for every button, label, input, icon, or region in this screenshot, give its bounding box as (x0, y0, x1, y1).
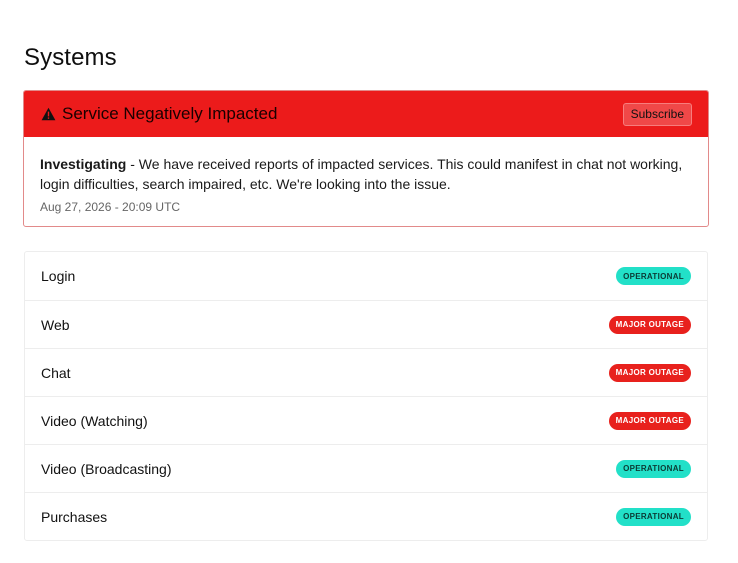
systems-list: Login OPERATIONAL Web MAJOR OUTAGE Chat … (24, 251, 708, 541)
status-badge: MAJOR OUTAGE (608, 315, 691, 334)
system-name: Web (41, 316, 70, 333)
system-row-purchases: Purchases OPERATIONAL (25, 492, 707, 540)
system-row-login: Login OPERATIONAL (25, 252, 707, 300)
incident-timestamp: Aug 27, 2026 - 20:09 UTC (40, 200, 181, 214)
incident-status: Investigating (40, 156, 127, 172)
page-title: Systems (24, 44, 117, 71)
incident-title: Service Negatively Impacted (62, 104, 278, 123)
system-row-video-broadcasting: Video (Broadcasting) OPERATIONAL (25, 444, 707, 492)
incident-banner: Service Negatively Impacted Subscribe (24, 91, 708, 137)
incident-body: Investigating - We have received reports… (24, 137, 708, 214)
system-name: Video (Watching) (41, 412, 148, 429)
system-name: Chat (41, 364, 71, 381)
warning-icon (41, 107, 56, 121)
system-name: Login (41, 268, 76, 284)
status-badge: OPERATIONAL (616, 459, 691, 478)
incident-title-group: Service Negatively Impacted (41, 104, 277, 124)
status-badge: MAJOR OUTAGE (608, 411, 691, 430)
status-badge: OPERATIONAL (616, 507, 691, 526)
system-row-chat: Chat MAJOR OUTAGE (25, 348, 707, 396)
status-badge: MAJOR OUTAGE (608, 363, 691, 382)
subscribe-button[interactable]: Subscribe (622, 102, 692, 126)
incident-message: Investigating - We have received reports… (40, 154, 692, 194)
system-row-web: Web MAJOR OUTAGE (25, 300, 707, 348)
system-name: Video (Broadcasting) (41, 460, 172, 477)
status-badge: OPERATIONAL (616, 267, 691, 285)
system-name: Purchases (41, 508, 108, 525)
incident-message-text: - We have received reports of impacted s… (40, 156, 683, 192)
incident-card: Service Negatively Impacted Subscribe In… (23, 90, 709, 227)
system-row-video-watching: Video (Watching) MAJOR OUTAGE (25, 396, 707, 444)
